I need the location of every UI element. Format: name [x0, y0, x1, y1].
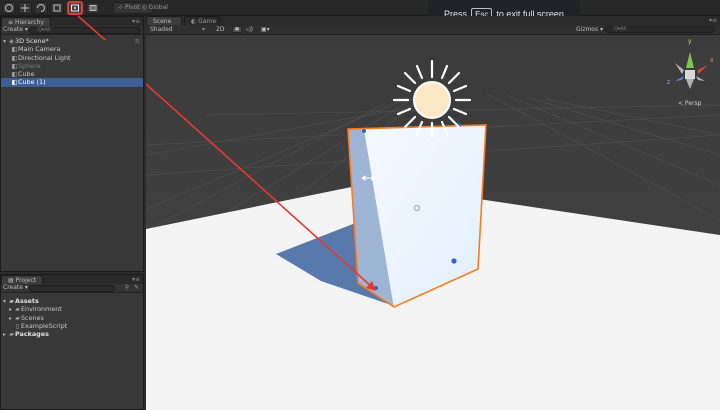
folder-icon: ▰	[9, 331, 14, 339]
scene-tabbar: Scene ◐ Game ▾≡	[146, 16, 720, 25]
scene-search-input[interactable]: Q▾All	[605, 26, 715, 33]
hierarchy-item-label: Cube (1)	[18, 78, 46, 87]
scene-panel: Scene ◐ Game ▾≡ Shaded ▾ 2D ✱ ◁) ▣▾ Gizm…	[77, 16, 720, 410]
gizmo-y-label: y	[688, 38, 692, 45]
tab-project[interactable]: ▤ Project	[1, 275, 44, 284]
project-row[interactable]: ▸ ▰Scenes	[1, 314, 143, 322]
tab-game[interactable]: ◐ Game	[184, 16, 220, 25]
tab-game-label: Game	[198, 18, 217, 25]
project-row[interactable]: ▸ ▰Environment	[1, 305, 143, 313]
project-search-input[interactable]	[29, 285, 115, 292]
project-create-button[interactable]: Create ▾	[3, 284, 28, 292]
project-row[interactable]: ▯ ExampleScript	[1, 322, 143, 330]
project-item-label: Scenes	[21, 313, 44, 322]
project-row-assets[interactable]: ▾ ▰Assets	[1, 297, 143, 305]
project-row-packages[interactable]: ▸ ▰Packages	[1, 330, 143, 338]
annotation-arrow-start	[77, 15, 107, 40]
panel-menu-icon[interactable]: ▾≡	[132, 276, 140, 283]
gizmos-dropdown[interactable]: Gizmos ▾	[576, 25, 603, 34]
directional-light-icon	[392, 59, 472, 139]
cube-icon: ◧	[11, 79, 18, 87]
folder-tab-icon: ▤	[8, 277, 16, 284]
hierarchy-tree: ▾ ◈3D Scene* ≡ ◧Main Camera ◧Directional …	[1, 35, 143, 87]
hierarchy-item-label: Main Camera	[18, 45, 61, 54]
hierarchy-item[interactable]: ◧Sphere	[1, 62, 143, 70]
scene-toolbar: Shaded ▾ 2D ✱ ◁) ▣▾ Gizmos ▾ Q▾All	[146, 25, 720, 35]
project-item-label: Environment	[21, 305, 62, 314]
hierarchy-item-label: Cube	[18, 70, 35, 79]
dropdown-arrow-icon: ▾	[202, 26, 206, 33]
filter-icon[interactable]: ⚲	[125, 284, 129, 292]
tag-icon[interactable]: ✎	[134, 284, 139, 292]
audio-toggle-icon[interactable]: ◁)	[246, 25, 253, 34]
scene-viewport[interactable]: y x z < Persp	[77, 22, 720, 410]
project-tree: ▾ ▰Assets ▸ ▰Environment ▸ ▰Scenes ▯ Example…	[1, 293, 143, 338]
panel-menu-icon[interactable]: ▾≡	[709, 17, 717, 24]
gizmo-x-label: x	[710, 57, 714, 64]
hierarchy-item-label: Directional Light	[18, 53, 71, 62]
toggle-2d-button[interactable]: 2D	[216, 25, 224, 34]
effects-dropdown-icon[interactable]: ▣▾	[261, 25, 270, 34]
tab-project-label: Project	[15, 277, 37, 284]
project-panel: ▤ Project ▾≡ Create ▾ ⚲ ✎ ▾ ▰Assets ▸ ▰Env…	[0, 274, 144, 410]
collapse-arrow-icon: ▸	[2, 331, 6, 339]
hierarchy-item-selected[interactable]: ◧Cube (1)	[1, 78, 143, 87]
project-subbar: Create ▾ ⚲ ✎	[1, 284, 143, 293]
projection-mode-label[interactable]: < Persp	[678, 100, 701, 107]
gizmo-z-label: z	[667, 79, 671, 86]
project-item-label: Assets	[15, 297, 39, 305]
project-tabbar: ▤ Project ▾≡	[1, 275, 143, 284]
scene-render	[77, 22, 720, 410]
lighting-toggle-icon[interactable]: ✱	[232, 26, 242, 33]
hierarchy-item[interactable]: ◧Main Camera	[1, 45, 143, 53]
project-item-label: Packages	[15, 330, 49, 339]
project-item-label: ExampleScript	[21, 321, 68, 330]
hierarchy-item[interactable]: ◧Cube	[1, 70, 143, 78]
gizmo-center-cube[interactable]	[685, 70, 695, 79]
hierarchy-item-label: Sphere	[18, 61, 41, 70]
hierarchy-panel: ≡ Hierarchy ▾≡ Create ▾ Q▾All ▾ ◈3D Scene…	[0, 16, 144, 272]
hierarchy-item[interactable]: ◧Directional Light	[1, 54, 143, 62]
